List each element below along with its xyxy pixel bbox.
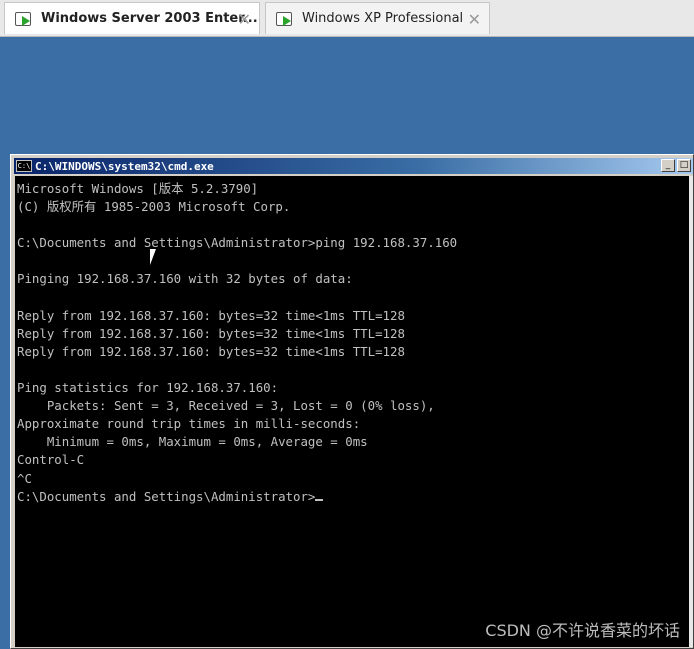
cmd-window[interactable]: C:\ C:\WINDOWS\system32\cmd.exe _ □ Micr… [10,154,694,649]
console-line: Microsoft Windows [版本 5.2.3790] [17,181,259,196]
console-line: (C) 版权所有 1985-2003 Microsoft Corp. [17,199,291,215]
vm-play-icon [13,10,35,28]
console-line: Control-C [17,452,85,468]
cmd-titlebar[interactable]: C:\ C:\WINDOWS\system32\cmd.exe _ □ [14,158,693,174]
tab-windows-server-2003[interactable]: Windows Server 2003 Enter... ✕ [4,2,260,34]
console-line: Packets: Sent = 3, Received = 3, Lost = … [17,398,435,414]
mouse-pointer-icon [150,249,156,265]
console-line: C:\Documents and Settings\Administrator> [17,488,316,504]
scrollbar[interactable] [689,176,693,647]
window-title: C:\WINDOWS\system32\cmd.exe [35,159,214,173]
vm-play-icon [274,10,296,28]
console-text: Microsoft Windows [版本 5.2.3790] (C) 版权所有… [15,176,689,506]
tab-label: Windows XP Professional [302,11,464,26]
watermark: CSDN @不许说香菜的坏话 [485,621,680,640]
console-line: Approximate round trip times in milli-se… [17,416,361,432]
close-icon[interactable]: ✕ [468,10,481,29]
minimize-button[interactable]: _ [661,159,675,172]
cmd-icon[interactable]: C:\ [16,160,32,172]
console-line: Reply from 192.168.37.160: bytes=32 time… [17,343,405,359]
console-line: Reply from 192.168.37.160: bytes=32 time… [17,325,405,341]
console-line: C:\Documents and Settings\Administrator>… [17,235,458,251]
console-line: Minimum = 0ms, Maximum = 0ms, Average = … [17,434,368,450]
console-line: Pinging 192.168.37.160 with 32 bytes of … [17,271,353,287]
console-output[interactable]: Microsoft Windows [版本 5.2.3790] (C) 版权所有… [15,176,689,647]
console-line: Reply from 192.168.37.160: bytes=32 time… [17,307,405,323]
console-line: Ping statistics for 192.168.37.160: [17,380,279,396]
tab-windows-xp-professional[interactable]: Windows XP Professional ✕ [265,2,490,34]
maximize-button[interactable]: □ [677,159,691,172]
close-icon[interactable]: ✕ [238,10,251,29]
tab-label: Windows Server 2003 Enter... [41,11,258,26]
tab-strip: Windows Server 2003 Enter... ✕ Windows X… [0,0,694,37]
vm-screen[interactable]: C:\ C:\WINDOWS\system32\cmd.exe _ □ Micr… [0,37,694,649]
console-line: ^C [17,470,32,486]
text-cursor [315,498,324,501]
window-buttons: _ □ [661,159,691,172]
